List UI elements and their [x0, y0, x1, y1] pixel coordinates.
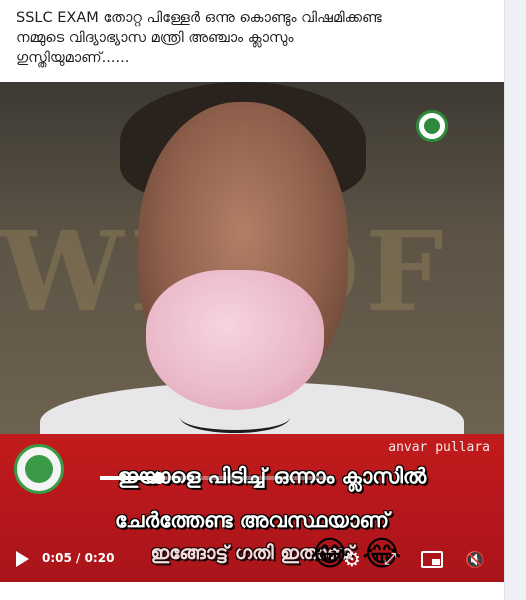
- post-text-line-1: SSLC EXAM തോറ്റ പിള്ളേർ ഒന്നു കൊണ്ടും വി…: [16, 10, 382, 26]
- post-text-line-2: നമ്മുടെ വിദ്യാഭ്യാസ മന്ത്രി അഞ്ചാം ക്ലാസ…: [16, 30, 294, 46]
- video-player[interactable]: WE OF anvar pullara ഇയാളെ പിടിച്ച് ഒന്നാ…: [0, 82, 504, 582]
- time-display: 0:05 / 0:20: [42, 551, 115, 565]
- pip-icon: [421, 550, 443, 568]
- progress-handle[interactable]: [152, 472, 165, 484]
- channel-logo-icon: [416, 110, 448, 142]
- video-controls: 0:05 / 0:20 ⚙ ⤢ 🔇: [0, 536, 504, 582]
- caption-line-2: ചേർത്തേണ്ട അവസ്ഥയാണ്: [114, 508, 390, 532]
- page-background-strip: [505, 0, 526, 600]
- muted-speaker-icon: 🔇: [465, 549, 485, 569]
- post-card: SSLC EXAM തോറ്റ പിള്ളേർ ഒന്നു കൊണ്ടും വി…: [0, 0, 505, 600]
- play-icon: [15, 551, 29, 567]
- video-frame: WE OF: [0, 82, 504, 462]
- mask-strap: [180, 402, 290, 433]
- face-mask: [146, 270, 324, 410]
- mute-button[interactable]: 🔇: [462, 536, 488, 582]
- post-footer: [0, 582, 504, 600]
- video-credit: anvar pullara: [388, 440, 490, 455]
- play-button[interactable]: [10, 536, 34, 582]
- post-text: SSLC EXAM തോറ്റ പിള്ളേർ ഒന്നു കൊണ്ടും വി…: [16, 8, 486, 68]
- expand-icon: ⤢: [383, 549, 397, 568]
- progress-bar[interactable]: [100, 472, 334, 484]
- progress-fill: [100, 476, 159, 480]
- settings-button[interactable]: ⚙: [340, 536, 364, 582]
- post-text-line-3: ഗുസ്തിയുമാണ്......: [16, 50, 130, 66]
- fullscreen-button[interactable]: ⤢: [378, 536, 402, 582]
- gear-icon: ⚙: [343, 547, 361, 571]
- picture-in-picture-button[interactable]: [420, 536, 444, 582]
